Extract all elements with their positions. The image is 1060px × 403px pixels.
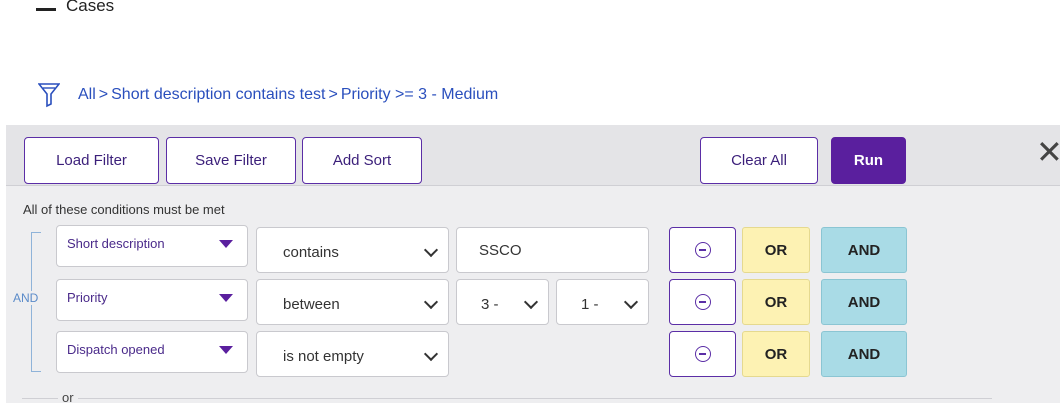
condition-field-select[interactable]: Dispatch opened [56,331,248,373]
save-filter-button[interactable]: Save Filter [166,137,296,184]
field-label: Dispatch opened [67,342,165,357]
conditions-heading: All of these conditions must be met [23,202,225,217]
range-from-label: 3 - [481,296,499,313]
value-text: SSCO [479,242,522,259]
chevron-down-icon [423,242,439,258]
chevron-down-icon [423,294,439,310]
range-to-select[interactable]: 1 - [556,279,649,325]
filter-funnel-icon[interactable] [38,82,60,108]
or-button[interactable]: OR [742,227,810,273]
chevron-down-icon [423,346,439,362]
run-button[interactable]: Run [831,137,906,184]
condition-operator-select[interactable]: is not empty [256,331,449,377]
breadcrumb-item-all[interactable]: All [78,86,96,104]
load-filter-button[interactable]: Load Filter [24,137,159,184]
clear-all-button[interactable]: Clear All [700,137,818,184]
operator-label: between [283,296,340,313]
breadcrumb-item-priority[interactable]: Priority >= 3 - Medium [341,86,498,104]
or-divider-label: or [58,390,78,403]
field-label: Priority [67,290,108,305]
remove-condition-icon-bar [699,249,706,251]
and-button[interactable]: AND [821,227,907,273]
condition-value-input[interactable]: SSCO [456,227,649,273]
or-button[interactable]: OR [742,279,810,325]
operator-label: is not empty [283,348,364,365]
or-divider [22,398,992,399]
page-title: Cases [66,0,115,14]
dropdown-caret-icon [219,294,233,302]
breadcrumb-item-short-description[interactable]: Short description contains test [111,86,325,104]
add-sort-button[interactable]: Add Sort [302,137,422,184]
dropdown-caret-icon [219,240,233,248]
remove-condition-icon-bar [699,301,706,303]
menu-icon[interactable] [36,8,56,11]
and-button[interactable]: AND [821,331,907,377]
breadcrumb-separator: > [98,86,109,103]
remove-condition-button[interactable] [669,331,736,377]
group-operator-label: AND [11,291,41,305]
field-label: Short description [67,236,165,251]
operator-label: contains [283,244,339,261]
close-icon[interactable]: ✕ [1036,136,1060,168]
or-button[interactable]: OR [742,331,810,377]
breadcrumb: All > Short description contains test > … [38,82,498,108]
range-from-select[interactable]: 3 - [456,279,549,325]
condition-operator-select[interactable]: contains [256,227,449,273]
condition-field-select[interactable]: Short description [56,225,248,267]
remove-condition-button[interactable] [669,279,736,325]
condition-field-select[interactable]: Priority [56,279,248,321]
remove-condition-icon-bar [699,353,706,355]
range-to-label: 1 - [581,296,599,313]
breadcrumb-separator: > [328,86,338,103]
and-button[interactable]: AND [821,279,907,325]
chevron-down-icon [623,294,639,310]
condition-operator-select[interactable]: between [256,279,449,325]
dropdown-caret-icon [219,346,233,354]
remove-condition-button[interactable] [669,227,736,273]
chevron-down-icon [523,294,539,310]
